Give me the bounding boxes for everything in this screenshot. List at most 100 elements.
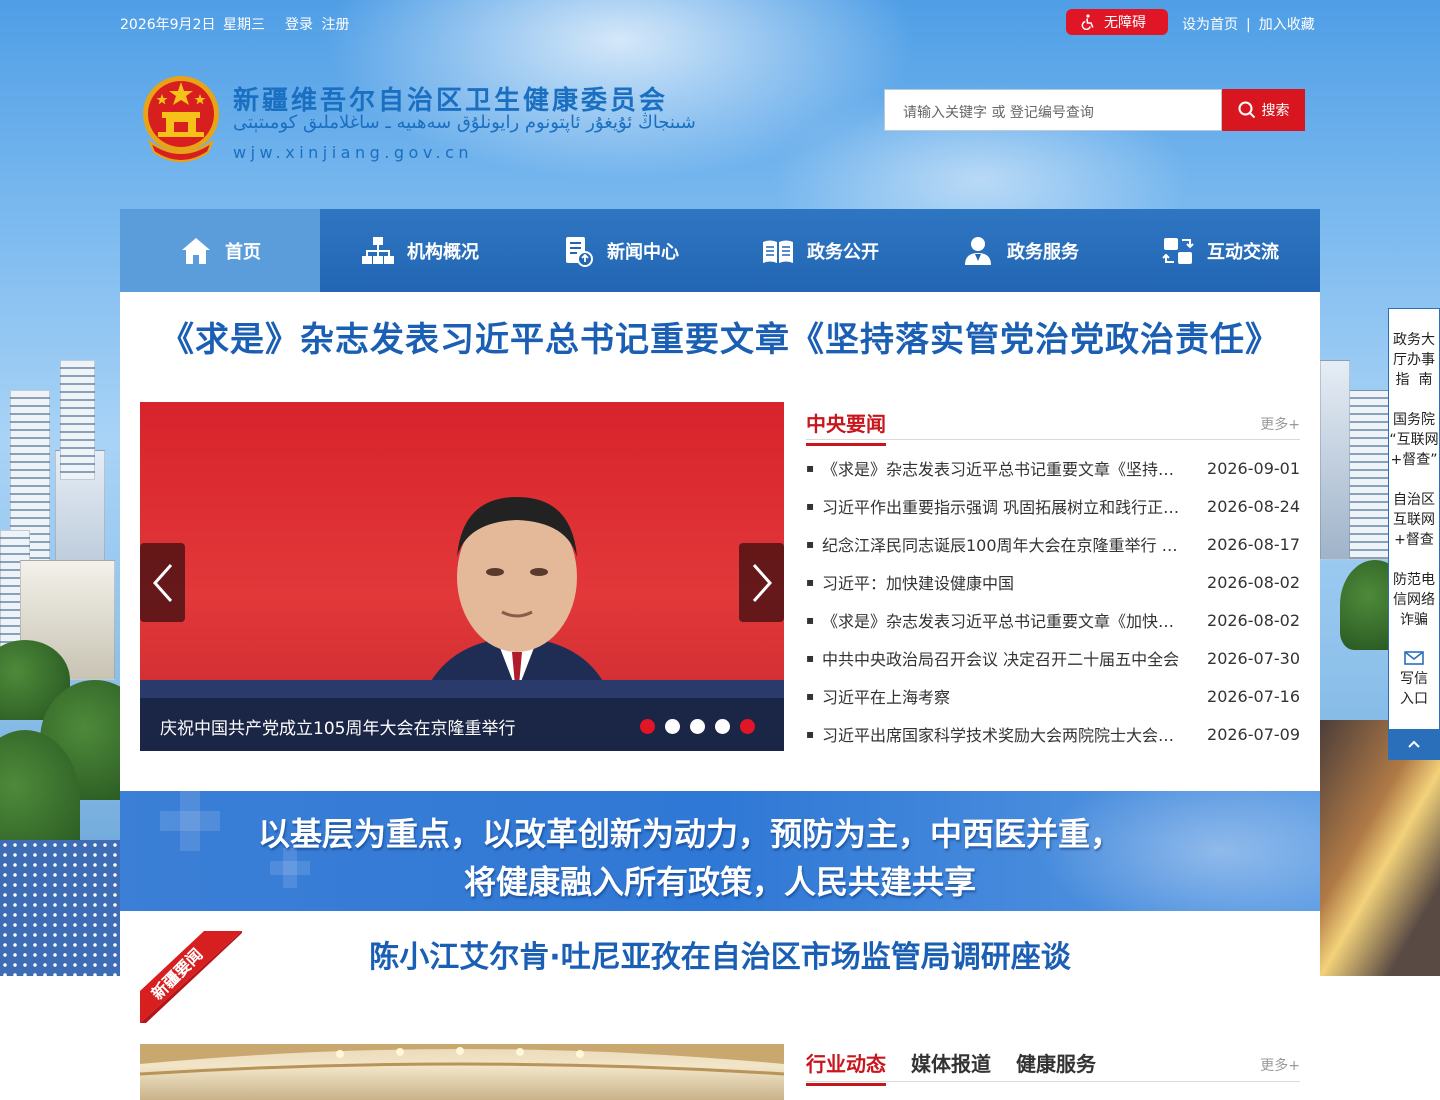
news-item-date: 2026-09-01 <box>1207 458 1300 478</box>
news-item[interactable]: ▪ 习近平：加快建设健康中国 2026-08-02 <box>806 563 1300 601</box>
login-link[interactable]: 登录 <box>285 17 313 33</box>
bullet: ▪ <box>806 689 815 703</box>
float-line: 厅办事 <box>1393 352 1435 368</box>
xinjiang-news-headline[interactable]: 陈小江艾尔肯·吐尼亚孜在自治区市场监管局调研座谈 <box>120 932 1320 976</box>
carousel-dot[interactable] <box>665 719 680 734</box>
link-separator: | <box>1246 17 1251 33</box>
city-scene-left <box>0 300 120 976</box>
banner-text-line1: 以基层为重点，以改革创新为动力，预防为主，中西医并重， <box>257 815 1122 853</box>
site-domain: wjw.xinjiang.gov.cn <box>233 143 474 162</box>
central-news-more-link[interactable]: 更多+ <box>1260 414 1300 434</box>
bullet: ▪ <box>806 461 815 475</box>
float-line: 入口 <box>1400 691 1428 707</box>
accessibility-button[interactable]: 无障碍 <box>1066 9 1168 35</box>
carousel-dot[interactable] <box>715 719 730 734</box>
float-line: 防范电 <box>1393 572 1435 588</box>
carousel-dot[interactable] <box>690 719 705 734</box>
bullet: ▪ <box>806 727 815 741</box>
nav-item-news-center[interactable]: 新闻中心 <box>520 209 720 292</box>
nav-item-label: 首页 <box>225 241 261 263</box>
float-line: 互联网 <box>1393 512 1435 528</box>
top-bar: 2026年9月2日 星期三 登录 注册 无障碍 设为首页 | 加入收藏 <box>120 0 1320 44</box>
carousel-next-button[interactable] <box>739 543 784 622</box>
float-item-state-council-supervision[interactable]: 国务院 “互联网 +督查” <box>1389 410 1439 470</box>
float-item-service-guide[interactable]: 政务大 厅办事 指 南 <box>1389 330 1439 390</box>
home-icon <box>182 237 210 264</box>
news-item-title: 习近平作出重要指示强调 巩固拓展树立和践行正确政绩观学习教育成果 <box>822 498 1182 517</box>
back-to-top-button[interactable] <box>1389 729 1439 759</box>
news-item-title: 习近平：加快建设健康中国 <box>822 574 1015 593</box>
float-line: +督查” <box>1390 452 1438 468</box>
chevron-left-icon <box>152 563 172 602</box>
news-item[interactable]: ▪ 习近平出席国家科学技术奖励大会两院院士大会中国科协第十一次全国代表大会 2026… <box>806 715 1300 753</box>
tab-health-services[interactable]: 健康服务 <box>1016 1048 1096 1083</box>
open-book-icon <box>763 240 793 263</box>
set-home-link[interactable]: 设为首页 <box>1182 17 1238 33</box>
float-line: “互联网 <box>1389 432 1439 448</box>
top-headline[interactable]: 《求是》杂志发表习近平总书记重要文章《坚持落实管党治党政治责任》 <box>120 312 1320 361</box>
nav-item-organization[interactable]: 机构概况 <box>320 209 520 292</box>
news-item-date: 2026-07-30 <box>1207 648 1300 668</box>
org-chart-icon <box>362 236 394 264</box>
carousel-caption[interactable]: 庆祝中国共产党成立105周年大会在京隆重举行 <box>160 714 515 739</box>
carousel-dots <box>640 719 755 734</box>
industry-news-photo[interactable] <box>140 1044 784 1100</box>
current-weekday: 星期三 <box>223 17 265 33</box>
tabs-more-link[interactable]: 更多+ <box>1260 1055 1300 1075</box>
float-line: 政务大 <box>1393 332 1435 348</box>
user-service-icon <box>965 236 991 265</box>
float-line: +督查 <box>1394 532 1434 548</box>
site-title-uyghur: شىنجاڭ ئۇيغۇر ئاپتونوم رايونلۇق سەھىيە ـ… <box>233 112 696 133</box>
bullet: ▪ <box>806 537 815 551</box>
register-link[interactable]: 注册 <box>321 17 349 33</box>
float-line: 自治区 <box>1393 492 1435 508</box>
news-item-date: 2026-08-17 <box>1207 534 1300 554</box>
industry-tabs: 行业动态 媒体报道 健康服务 更多+ <box>806 1046 1300 1086</box>
auth-links: 登录 注册 <box>285 14 353 34</box>
news-doc-icon <box>566 236 593 267</box>
main-nav: 首页 机构概况 新闻中心 政务公开 政务服务 互动交流 <box>120 209 1320 292</box>
right-float-panel: 政务大 厅办事 指 南 国务院 “互联网 +督查” 自治区 互联网 +督查 防范… <box>1388 308 1440 760</box>
float-item-write-letter[interactable]: 写信 入口 <box>1389 651 1439 709</box>
news-item-date: 2026-08-02 <box>1207 610 1300 630</box>
carousel-prev-button[interactable] <box>140 543 185 622</box>
nav-item-gov-services[interactable]: 政务服务 <box>920 209 1120 292</box>
news-carousel[interactable]: 庆祝中国共产党成立105周年大会在京隆重举行 <box>140 402 784 751</box>
news-item[interactable]: ▪ 纪念江泽民同志诞辰100周年大会在京隆重举行 习近平发表重要讲话 2026-08… <box>806 525 1300 563</box>
bullet: ▪ <box>806 651 815 665</box>
carousel-dot[interactable] <box>640 719 655 734</box>
news-item-date: 2026-07-09 <box>1207 724 1300 744</box>
current-date: 2026年9月2日 <box>120 17 216 33</box>
float-line: 指 南 <box>1395 372 1433 388</box>
news-item[interactable]: ▪ 《求是》杂志发表习近平总书记重要文章《加快建设健康中国》 2026-08-02 <box>806 601 1300 639</box>
top-links: 设为首页 | 加入收藏 <box>1182 14 1315 34</box>
bookmark-link[interactable]: 加入收藏 <box>1259 17 1315 33</box>
search-input[interactable]: 请输入关键字 或 登记编号查询 <box>884 89 1222 131</box>
float-item-region-supervision[interactable]: 自治区 互联网 +督查 <box>1389 490 1439 550</box>
central-news-title[interactable]: 中央要闻 <box>806 408 886 446</box>
tab-media-reports[interactable]: 媒体报道 <box>911 1048 991 1083</box>
news-item[interactable]: ▪ 习近平在上海考察 2026-07-16 <box>806 677 1300 715</box>
float-line: 诈骗 <box>1400 612 1428 628</box>
carousel-dot[interactable] <box>740 719 755 734</box>
news-item-title: 《求是》杂志发表习近平总书记重要文章《坚持落实管党治党政治责任》 <box>822 460 1182 479</box>
news-item[interactable]: ▪ 中共中央政治局召开会议 决定召开二十届五中全会 2026-07-30 <box>806 639 1300 677</box>
nav-item-label: 互动交流 <box>1207 241 1279 263</box>
news-item-title: 习近平在上海考察 <box>822 688 951 707</box>
bullet: ▪ <box>806 575 815 589</box>
float-line: 写信 <box>1400 671 1428 687</box>
nav-item-home[interactable]: 首页 <box>120 209 320 292</box>
nav-item-gov-affairs[interactable]: 政务公开 <box>720 209 920 292</box>
news-item-title: 《求是》杂志发表习近平总书记重要文章《加快建设健康中国》 <box>822 612 1182 631</box>
nav-item-label: 政务服务 <box>1007 241 1079 263</box>
news-item-date: 2026-08-24 <box>1207 496 1300 516</box>
nav-item-interaction[interactable]: 互动交流 <box>1120 209 1320 292</box>
central-news-list: ▪ 《求是》杂志发表习近平总书记重要文章《坚持落实管党治党政治责任》 2026-09… <box>806 449 1300 753</box>
health-policy-banner[interactable]: 以基层为重点，以改革创新为动力，预防为主，中西医并重， 将健康融入所有政策，人民… <box>120 791 1320 911</box>
search-button[interactable]: 搜索 <box>1222 89 1305 131</box>
news-item[interactable]: ▪ 习近平作出重要指示强调 巩固拓展树立和践行正确政绩观学习教育成果 2026-08… <box>806 487 1300 525</box>
float-item-anti-fraud[interactable]: 防范电 信网络 诈骗 <box>1389 570 1439 630</box>
news-item[interactable]: ▪ 《求是》杂志发表习近平总书记重要文章《坚持落实管党治党政治责任》 2026-09… <box>806 449 1300 487</box>
nav-item-label: 机构概况 <box>407 241 479 263</box>
tab-industry-news[interactable]: 行业动态 <box>806 1048 886 1086</box>
